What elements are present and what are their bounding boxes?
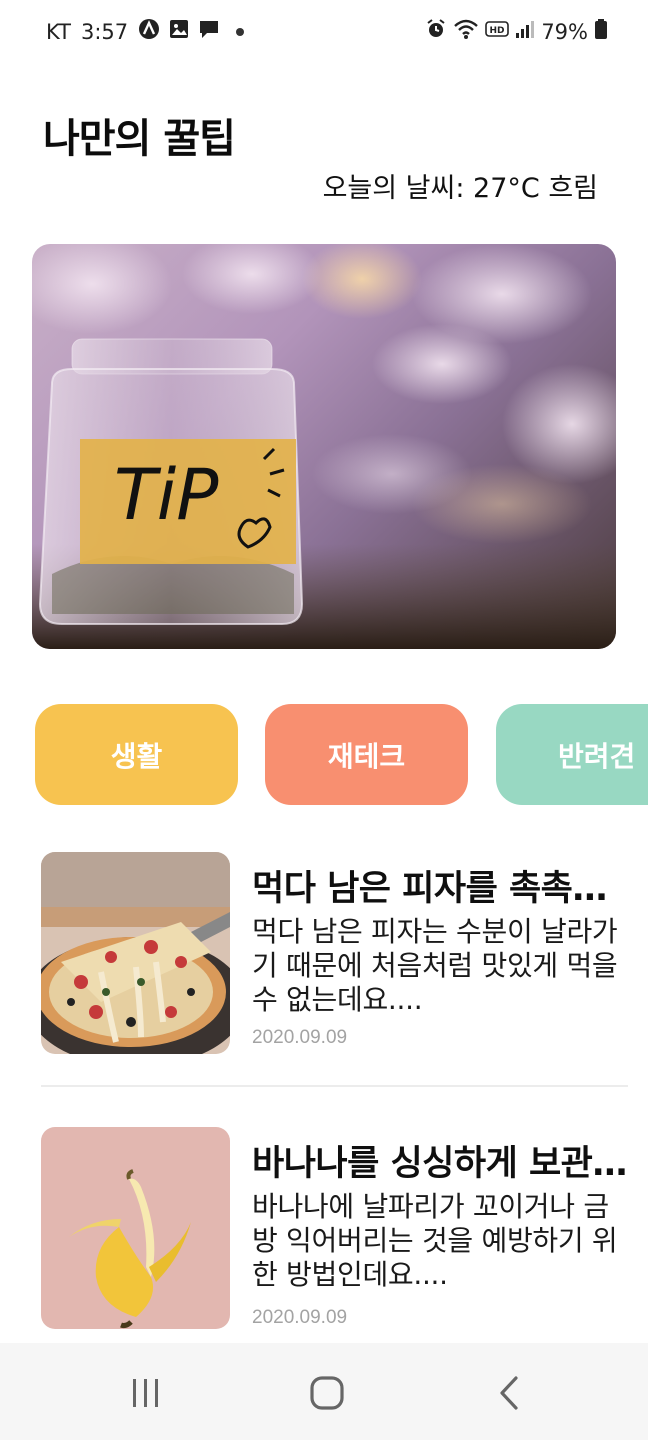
category-chip-pets[interactable]: 반려견 xyxy=(496,704,648,805)
category-chip-life[interactable]: 생활 xyxy=(35,704,238,805)
app-notification-icon xyxy=(138,18,160,45)
article-item[interactable]: 바나나를 싱싱하게 보관하기 바나나에 날파리가 꼬이거나 금방 익어버리는 것… xyxy=(41,1127,631,1339)
category-chip-label: 반려견 xyxy=(558,739,636,773)
recent-apps-button[interactable] xyxy=(121,1371,171,1415)
status-bar: KT 3:57 HD 79% xyxy=(0,0,648,66)
article-summary: 먹다 남은 피자는 수분이 날라가기 때문에 처음처럼 맛있게 먹을 수 없는데… xyxy=(252,915,618,1016)
message-notification-icon xyxy=(198,18,220,45)
gallery-notification-icon xyxy=(168,18,190,45)
back-button[interactable] xyxy=(484,1371,534,1415)
status-bar-right: HD 79% xyxy=(425,18,608,45)
carrier-label: KT xyxy=(46,19,71,44)
page-title: 나만의 꿀팁 xyxy=(43,116,236,162)
hero-banner[interactable]: TiP xyxy=(32,244,616,649)
hd-voice-icon: HD xyxy=(485,19,510,44)
wifi-icon xyxy=(453,18,479,45)
app-screen: KT 3:57 HD 79% 나만의 꿀팁 오늘의 날씨: 27°C 흐림 Ti… xyxy=(0,0,648,1440)
article-date: 2020.09.09 xyxy=(252,1307,348,1328)
status-bar-left: KT 3:57 xyxy=(46,18,245,45)
list-divider xyxy=(41,1085,628,1087)
article-thumbnail-banana xyxy=(41,1127,230,1329)
article-item[interactable]: 먹다 남은 피자를 촉촉하게 먹다 남은 피자는 수분이 날라가기 때문에 처음… xyxy=(41,852,631,1056)
recent-apps-icon xyxy=(133,1379,158,1407)
hero-image: TiP xyxy=(32,244,616,649)
hero-label-text: TiP xyxy=(114,454,219,536)
category-chip-label: 재테크 xyxy=(327,739,406,773)
alarm-icon xyxy=(425,18,447,45)
weather-info: 오늘의 날씨: 27°C 흐림 xyxy=(322,173,598,204)
clock-time: 3:57 xyxy=(80,19,129,44)
svg-text:HD: HD xyxy=(490,26,505,36)
system-navigation-bar xyxy=(0,1343,648,1440)
signal-strength-icon xyxy=(515,19,535,44)
home-icon xyxy=(310,1376,344,1410)
article-thumbnail-pizza xyxy=(41,852,230,1054)
battery-icon xyxy=(594,18,608,45)
category-chip-finance[interactable]: 재테크 xyxy=(265,704,468,805)
article-date: 2020.09.09 xyxy=(252,1027,348,1048)
more-notifications-dot-icon xyxy=(236,27,245,36)
article-title: 먹다 남은 피자를 촉촉하게 xyxy=(252,869,628,909)
article-title: 바나나를 싱싱하게 보관하기 xyxy=(252,1144,628,1184)
back-arrow-icon xyxy=(500,1376,518,1410)
battery-percent: 79% xyxy=(541,19,588,44)
category-chip-label: 생활 xyxy=(110,739,163,773)
article-summary: 바나나에 날파리가 꼬이거나 금방 익어버리는 것을 예방하기 위한 방법인데요… xyxy=(252,1190,618,1291)
home-button[interactable] xyxy=(302,1371,352,1415)
